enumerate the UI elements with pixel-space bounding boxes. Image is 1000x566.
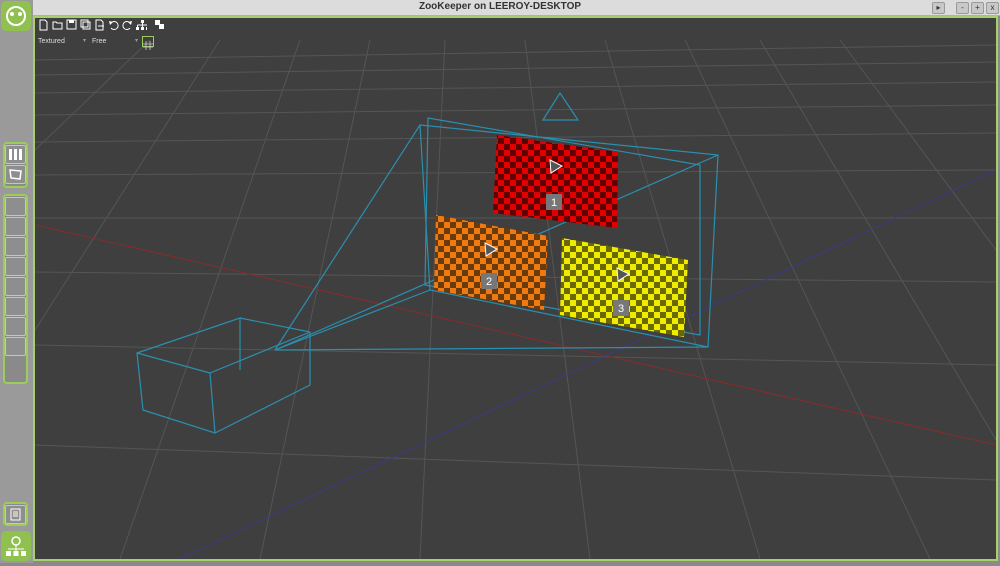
tool-slots-group (3, 194, 28, 384)
camera-mode-value: Free (92, 38, 107, 45)
log-icon[interactable] (5, 505, 26, 524)
shading-mode-value: Textured (38, 38, 65, 45)
play-button[interactable]: ▸ (932, 2, 945, 14)
screen-label-3: 3 (618, 303, 624, 315)
save-as-icon[interactable] (80, 19, 91, 31)
save-icon[interactable] (66, 19, 77, 31)
network-icon[interactable] (1, 531, 31, 561)
left-sidebar (0, 0, 33, 563)
3d-scene[interactable]: 1 2 3 (35, 18, 996, 559)
shapes-icon[interactable] (154, 19, 165, 31)
redo-icon[interactable] (122, 19, 133, 31)
camera-mode-select[interactable]: Free ▾ (92, 36, 138, 47)
grid-toggle-icon[interactable] (142, 36, 154, 50)
tool-slot-1[interactable] (5, 197, 26, 216)
screen-2 (434, 215, 548, 310)
chevron-down-icon: ▾ (134, 38, 138, 44)
tool-slot-6[interactable] (5, 297, 26, 316)
new-file-icon[interactable] (38, 19, 49, 31)
close-button[interactable]: x (986, 2, 999, 14)
columns-view-icon[interactable] (5, 145, 26, 164)
window-title: ZooKeeper on LEEROY-DESKTOP (418, 1, 582, 12)
hierarchy-icon[interactable] (136, 19, 147, 31)
screen-label-2: 2 (486, 276, 492, 288)
open-folder-icon[interactable] (52, 19, 63, 31)
tool-slot-8[interactable] (5, 337, 26, 356)
undo-icon[interactable] (108, 19, 119, 31)
screen-label-1: 1 (551, 197, 557, 209)
tool-slot-2[interactable] (5, 217, 26, 236)
tool-slot-7[interactable] (5, 317, 26, 336)
log-group (3, 502, 28, 526)
minimize-button[interactable]: - (956, 2, 969, 14)
chevron-down-icon: ▾ (82, 38, 86, 44)
tool-slot-3[interactable] (5, 237, 26, 256)
screen-1 (493, 135, 618, 228)
tool-slot-4[interactable] (5, 257, 26, 276)
shading-mode-select[interactable]: Textured ▾ (38, 36, 86, 47)
zookeeper-logo-icon[interactable] (1, 1, 31, 31)
warp-view-icon[interactable] (5, 165, 26, 184)
tool-slot-5[interactable] (5, 277, 26, 296)
title-bar: ZooKeeper on LEEROY-DESKTOP ▸ - + x (0, 0, 1000, 16)
view-mode-group (3, 142, 28, 188)
export-icon[interactable] (94, 19, 105, 31)
z-axis-line (179, 169, 996, 559)
maximize-button[interactable]: + (971, 2, 984, 14)
